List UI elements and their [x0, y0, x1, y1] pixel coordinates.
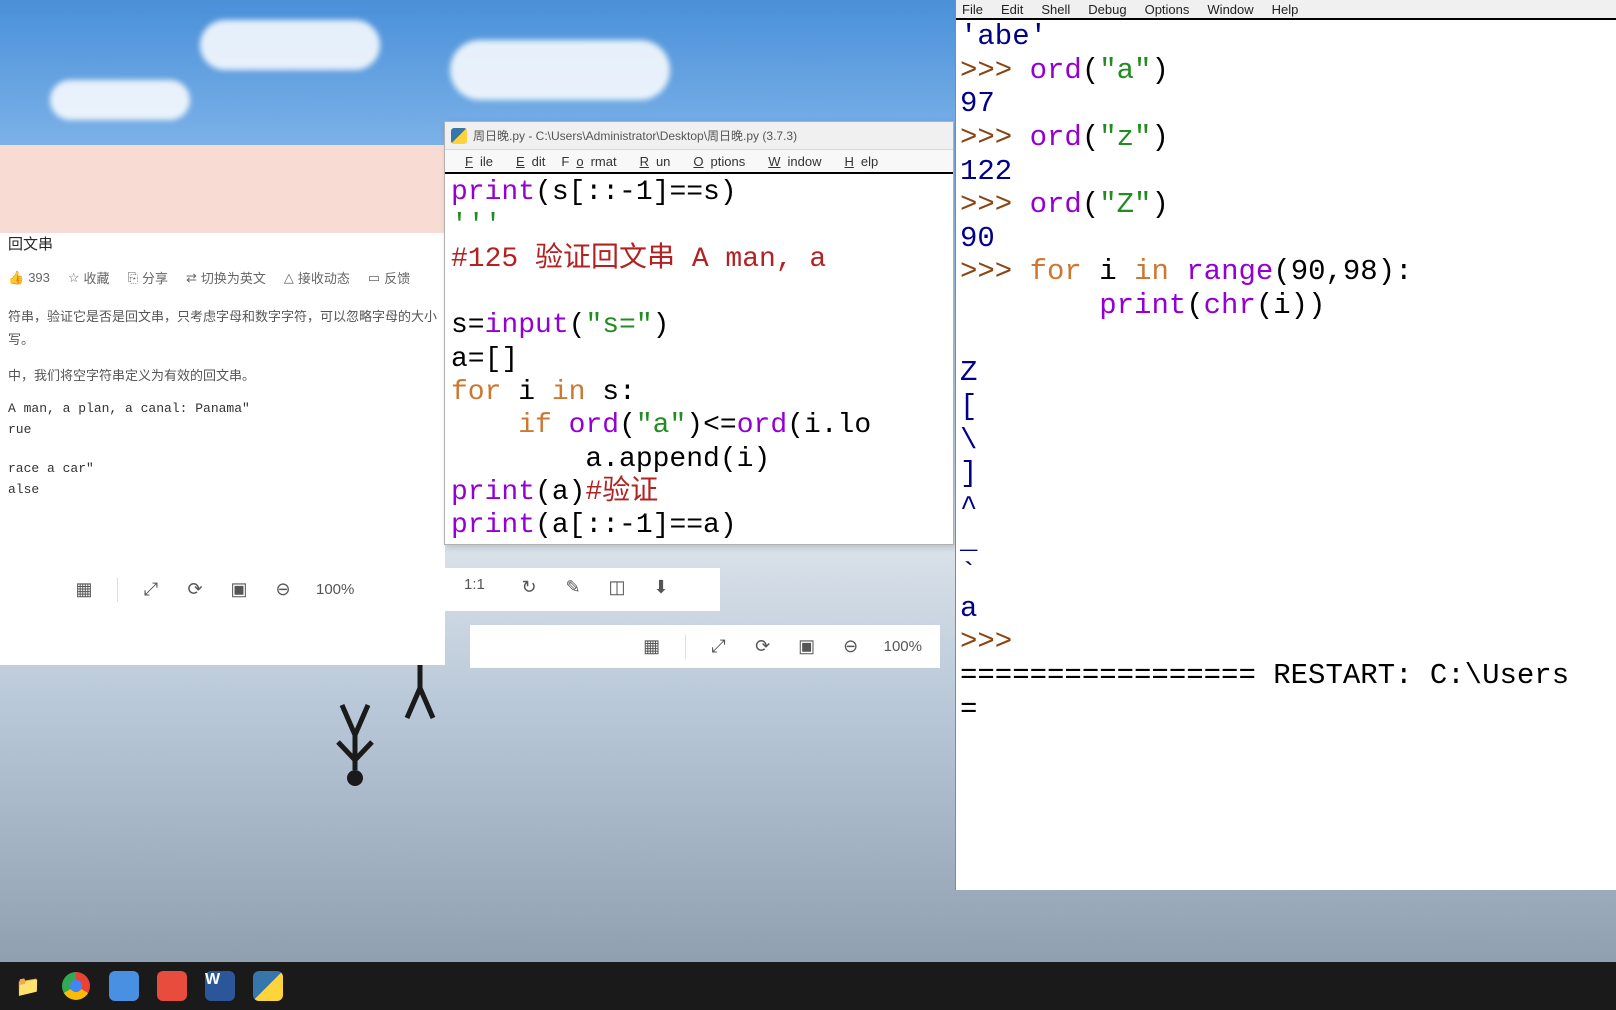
problem-title: 回文串	[8, 233, 437, 254]
image-toolbar-mid: ↻ ✎ ◫ ⬇	[500, 568, 690, 606]
menu-shell[interactable]: Shell	[1041, 2, 1070, 17]
taskbar-file-explorer[interactable]: 📁	[8, 966, 48, 1006]
menu-edit[interactable]: Edit	[502, 153, 552, 170]
taskbar-chrome[interactable]	[56, 966, 96, 1006]
editor-code-area[interactable]: print(s[::-1]==s) ''' #125 验证回文串 A man, …	[445, 174, 953, 544]
problem-desc-1: 符串，验证它是否是回文串，只考虑字母和数字字符，可以忽略字母的大小写。	[8, 305, 437, 352]
scale-indicator[interactable]: 1:1	[446, 568, 486, 601]
zoom-level: 100%	[316, 581, 354, 598]
taskbar-app-red[interactable]	[152, 966, 192, 1006]
grid-icon[interactable]: ▦	[73, 579, 95, 601]
menu-help[interactable]: Help	[1272, 2, 1299, 17]
switch-lang-button[interactable]: ⇄ 切换为英文	[186, 268, 266, 287]
panel-top-decor	[0, 145, 445, 233]
python-icon	[451, 128, 467, 144]
example-2: race a car" alse	[8, 459, 437, 501]
menu-window[interactable]: Window	[1207, 2, 1253, 17]
menu-window[interactable]: Window	[754, 153, 828, 170]
cloud-decor	[50, 80, 190, 120]
idle-shell-window: File Edit Shell Debug Options Window Hel…	[955, 0, 1616, 890]
rotate-icon[interactable]: ⟳	[752, 636, 774, 658]
feedback-button[interactable]: ▭ 反馈	[368, 268, 410, 287]
zoom-level: 100%	[884, 638, 922, 655]
crop-icon[interactable]: ◫	[606, 576, 628, 598]
taskbar: 📁 W	[0, 962, 1616, 1010]
taskbar-word[interactable]: W	[200, 966, 240, 1006]
rotate-icon[interactable]: ⟳	[184, 579, 206, 601]
fit-icon[interactable]: ▣	[228, 579, 250, 601]
zoom-out-icon[interactable]: ⊖	[840, 636, 862, 658]
editor-menubar: File Edit Format Run Options Window Help	[445, 150, 953, 174]
idle-editor-window: 周日晚.py - C:\Users\Administrator\Desktop\…	[444, 121, 954, 545]
example-1: A man, a plan, a canal: Panama" rue	[8, 399, 437, 441]
editor-title-text: 周日晚.py - C:\Users\Administrator\Desktop\…	[473, 127, 797, 144]
menu-run[interactable]: Run	[626, 153, 678, 170]
edit-icon[interactable]: ✎	[562, 576, 584, 598]
problem-desc-2: 中，我们将空字符串定义为有效的回文串。	[8, 364, 437, 387]
menu-format[interactable]: Format	[554, 153, 623, 170]
receive-button[interactable]: △ 接收动态	[284, 268, 350, 287]
download-icon[interactable]: ⬇	[650, 576, 672, 598]
menu-edit[interactable]: Edit	[1001, 2, 1023, 17]
zoom-out-icon[interactable]: ⊖	[272, 579, 294, 601]
shell-output-area[interactable]: 'abe' >>> ord("a") 97 >>> ord("z") 122 >…	[956, 20, 1616, 726]
image-toolbar-2: ▦ ⤢ ⟳ ▣ ⊖ 100%	[470, 625, 940, 668]
menu-options[interactable]: Options	[679, 153, 752, 170]
silhouette-decor	[330, 700, 380, 790]
menu-options[interactable]: Options	[1145, 2, 1190, 17]
cloud-decor	[450, 40, 670, 100]
share-button[interactable]: ⎘ 分享	[128, 268, 168, 287]
shell-menubar: File Edit Shell Debug Options Window Hel…	[956, 0, 1616, 20]
like-button[interactable]: 👍 393	[8, 270, 50, 286]
collect-button[interactable]: ☆ 收藏	[68, 268, 110, 287]
menu-file[interactable]: File	[451, 153, 500, 170]
expand-icon[interactable]: ⤢	[140, 579, 162, 601]
refresh-icon[interactable]: ↻	[518, 576, 540, 598]
editor-titlebar[interactable]: 周日晚.py - C:\Users\Administrator\Desktop\…	[445, 122, 953, 150]
menu-file[interactable]: File	[962, 2, 983, 17]
menu-help[interactable]: Help	[831, 153, 886, 170]
taskbar-python[interactable]	[248, 966, 288, 1006]
grid-icon[interactable]: ▦	[641, 636, 663, 658]
taskbar-app-blue[interactable]	[104, 966, 144, 1006]
menu-debug[interactable]: Debug	[1088, 2, 1126, 17]
fit-icon[interactable]: ▣	[796, 636, 818, 658]
cloud-decor	[200, 20, 380, 70]
expand-icon[interactable]: ⤢	[708, 636, 730, 658]
